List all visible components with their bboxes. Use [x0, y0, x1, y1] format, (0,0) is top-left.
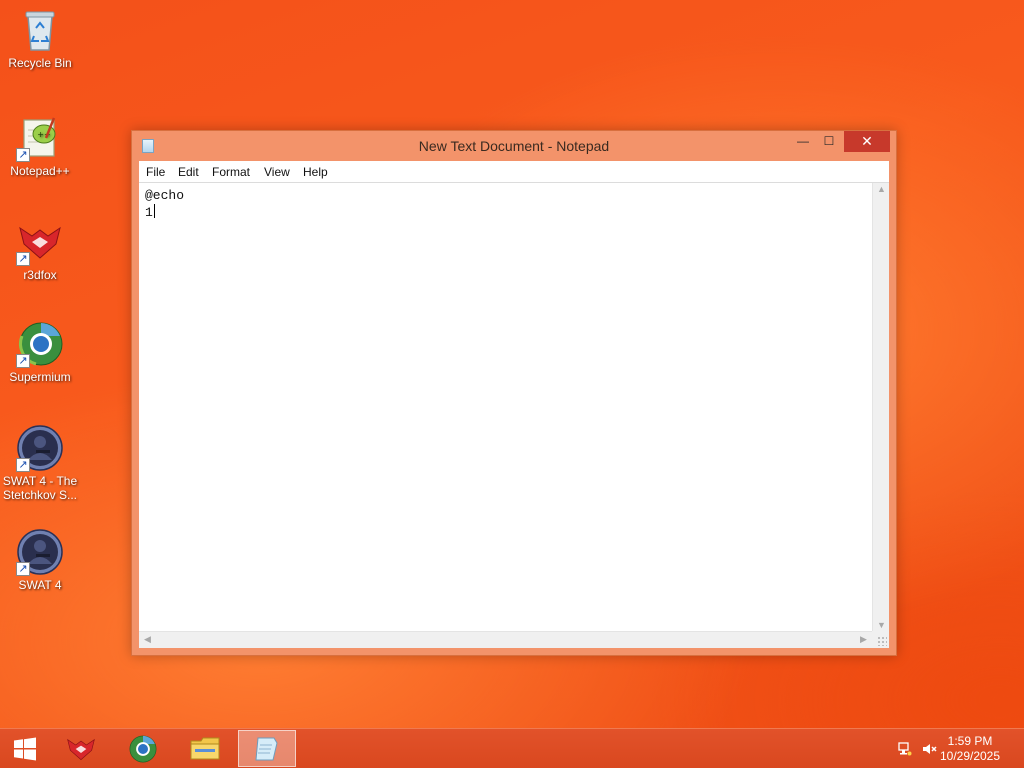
desktop-icon-label: Notepad++ [10, 164, 70, 178]
notepad-client-area: File Edit Format View Help @echo 1 ▲ ▼ ◀… [139, 161, 889, 648]
notepad-icon [255, 737, 278, 760]
scroll-right-arrow-icon[interactable]: ▶ [855, 634, 872, 645]
maximize-button[interactable]: ☐ [816, 131, 842, 152]
shortcut-arrow-icon: ↗ [16, 354, 30, 368]
supermium-icon: ↗ [16, 320, 64, 368]
start-button[interactable] [0, 730, 50, 767]
horizontal-scrollbar[interactable]: ◀ ▶ [139, 631, 872, 648]
desktop-icon-label: SWAT 4 [18, 578, 62, 592]
file-explorer-icon [190, 737, 220, 759]
menu-file[interactable]: File [146, 165, 165, 179]
notepad-plus-plus-icon: ++ ↗ [16, 114, 64, 162]
r3dfox-icon: ↗ [16, 218, 64, 266]
desktop-icon-recycle-bin[interactable]: Recycle Bin [0, 6, 80, 70]
swat4-icon: ↗ [16, 528, 64, 576]
windows-logo-icon [14, 737, 36, 760]
menu-bar: File Edit Format View Help [139, 161, 889, 183]
title-bar[interactable]: New Text Document - Notepad — ☐ ✕ [132, 131, 896, 161]
shortcut-arrow-icon: ↗ [16, 252, 30, 266]
minimize-button[interactable]: — [790, 131, 816, 152]
taskbar-item-r3dfox[interactable] [52, 730, 110, 767]
text-line: 1 [145, 205, 153, 220]
clock-time: 1:59 PM [947, 734, 993, 748]
text-editor[interactable]: @echo 1 [139, 183, 872, 631]
desktop-icon-label: Supermium [9, 370, 71, 384]
shortcut-arrow-icon: ↗ [16, 148, 30, 162]
taskbar-item-file-explorer[interactable] [176, 730, 234, 767]
recycle-bin-icon [16, 6, 64, 54]
taskbar-clock[interactable]: 1:59 PM 10/29/2025 [930, 734, 1010, 764]
taskbar-item-supermium[interactable] [114, 730, 172, 767]
resize-grip[interactable] [872, 631, 889, 648]
desktop-icon-label: SWAT 4 - The Stetchkov S... [2, 474, 78, 502]
window-title: New Text Document - Notepad [418, 138, 610, 154]
desktop-icon-swat4[interactable]: ↗ SWAT 4 [0, 528, 80, 592]
close-button[interactable]: ✕ [844, 131, 890, 152]
r3dfox-icon [67, 738, 95, 760]
menu-format[interactable]: Format [212, 165, 250, 179]
clock-date: 10/29/2025 [939, 749, 1001, 763]
scroll-down-arrow-icon[interactable]: ▼ [873, 620, 890, 630]
text-line: @echo [145, 188, 185, 203]
desktop-icon-supermium[interactable]: ↗ Supermium [0, 320, 80, 384]
swat4-icon: ↗ [16, 424, 64, 472]
shortcut-arrow-icon: ↗ [16, 562, 30, 576]
vertical-scrollbar[interactable]: ▲ ▼ [872, 183, 889, 631]
desktop-icon-label: r3dfox [23, 268, 57, 282]
text-caret [153, 204, 155, 218]
taskbar: 1:59 PM 10/29/2025 [0, 728, 1024, 768]
menu-edit[interactable]: Edit [178, 165, 199, 179]
scroll-left-arrow-icon[interactable]: ◀ [139, 634, 156, 645]
desktop-icon-notepad-plus-plus[interactable]: ++ ↗ Notepad++ [0, 114, 80, 178]
menu-help[interactable]: Help [303, 165, 328, 179]
scroll-up-arrow-icon[interactable]: ▲ [873, 184, 890, 194]
resize-grip-icon [877, 636, 887, 646]
desktop-icon-swat4-stetchkov[interactable]: ↗ SWAT 4 - The Stetchkov S... [0, 424, 80, 502]
desktop-icon-label: Recycle Bin [8, 56, 72, 70]
supermium-icon [129, 735, 157, 762]
network-icon[interactable] [898, 742, 912, 756]
notepad-window[interactable]: New Text Document - Notepad — ☐ ✕ File E… [131, 130, 897, 656]
menu-view[interactable]: View [264, 165, 290, 179]
taskbar-item-notepad[interactable] [238, 730, 296, 767]
desktop-icon-r3dfox[interactable]: ↗ r3dfox [0, 218, 80, 282]
shortcut-arrow-icon: ↗ [16, 458, 30, 472]
